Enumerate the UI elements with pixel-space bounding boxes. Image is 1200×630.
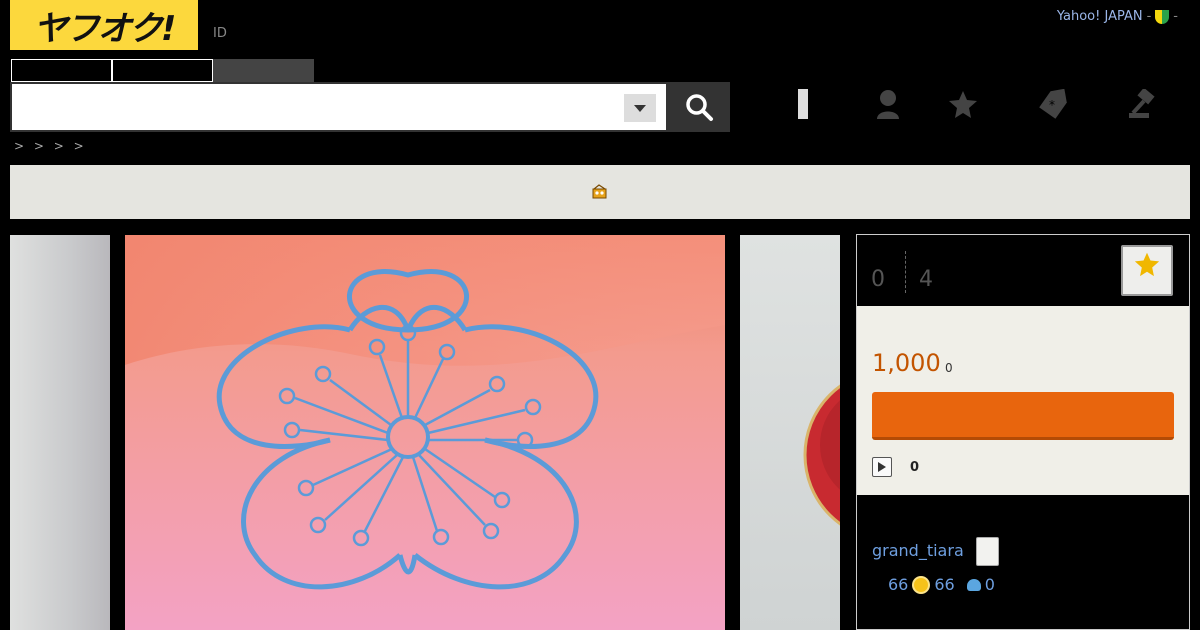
current-price: 1,000	[872, 349, 941, 377]
search-button[interactable]	[668, 82, 730, 132]
nav-divider	[798, 89, 808, 119]
search-tab[interactable]	[11, 59, 112, 82]
watch-button[interactable]	[1121, 245, 1173, 296]
rating-bad[interactable]: 0	[985, 575, 995, 594]
price-tax: 0	[945, 361, 953, 375]
search-input[interactable]	[12, 84, 666, 130]
separator: -	[1173, 9, 1178, 24]
seller-badge-icon[interactable]	[976, 537, 999, 566]
rating-total[interactable]: 66	[888, 575, 908, 594]
seller-ratings: 66 66 0	[888, 575, 995, 594]
search-tab-active[interactable]	[213, 59, 314, 82]
search-tab[interactable]	[112, 59, 213, 82]
id-link[interactable]: ID	[213, 26, 227, 41]
beginner-mark-icon[interactable]	[1155, 9, 1170, 24]
search-dropdown-icon[interactable]	[624, 94, 656, 122]
separator: -	[1146, 9, 1152, 24]
next-image-thumbnail	[803, 384, 840, 526]
item-info-panel: 0 4 1,000 0 0 grand_tiara 66 66 0	[856, 234, 1190, 630]
search-tabs	[11, 59, 314, 82]
play-icon[interactable]	[872, 457, 892, 477]
play-count: 0	[910, 460, 920, 475]
rain-cloud-icon	[966, 578, 981, 591]
bid-count: 0	[871, 267, 885, 292]
search-bar	[10, 82, 730, 132]
sun-icon	[914, 577, 929, 592]
star-icon	[949, 91, 977, 118]
notice-banner[interactable]	[10, 165, 1190, 219]
search-icon	[686, 94, 713, 121]
play-triangle-icon	[878, 462, 886, 472]
plum-blossom-image	[125, 235, 725, 630]
svg-text:*: *	[1049, 98, 1055, 112]
coupon-button[interactable]: *	[1008, 82, 1098, 126]
time-left: 4	[919, 267, 933, 292]
item-stats: 0 4	[857, 235, 1189, 306]
stat-divider	[905, 251, 906, 293]
rating-good[interactable]: 66	[934, 575, 954, 594]
yahoo-japan-link[interactable]: Yahoo! JAPAN	[1057, 9, 1143, 24]
previous-image-preview[interactable]	[10, 235, 110, 630]
logo-text: ヤフオク!	[33, 8, 177, 49]
price-box: 1,000 0 0	[857, 306, 1189, 495]
notice-icon	[592, 184, 607, 199]
bid-button[interactable]	[872, 392, 1174, 440]
person-icon	[877, 90, 899, 119]
main-product-image[interactable]	[125, 235, 725, 630]
sell-button[interactable]	[1098, 82, 1188, 126]
star-icon	[1134, 252, 1160, 277]
breadcrumb[interactable]: > > > >	[14, 139, 87, 153]
my-auction-button[interactable]	[858, 82, 918, 126]
search-box	[10, 82, 668, 132]
auction-hammer-icon	[1129, 89, 1155, 118]
top-links: Yahoo! JAPAN - -	[1057, 9, 1178, 24]
next-image-preview[interactable]	[740, 235, 840, 630]
seller-name-link[interactable]: grand_tiara	[872, 541, 964, 560]
page: ヤフオク! ID Yahoo! JAPAN - - * > > > > 0 4 …	[0, 0, 1200, 630]
watchlist-button[interactable]	[918, 82, 1008, 126]
header-nav: *	[790, 82, 1188, 126]
yafuoku-logo[interactable]: ヤフオク!	[10, 0, 198, 50]
coupon-tag-icon: *	[1039, 89, 1067, 119]
